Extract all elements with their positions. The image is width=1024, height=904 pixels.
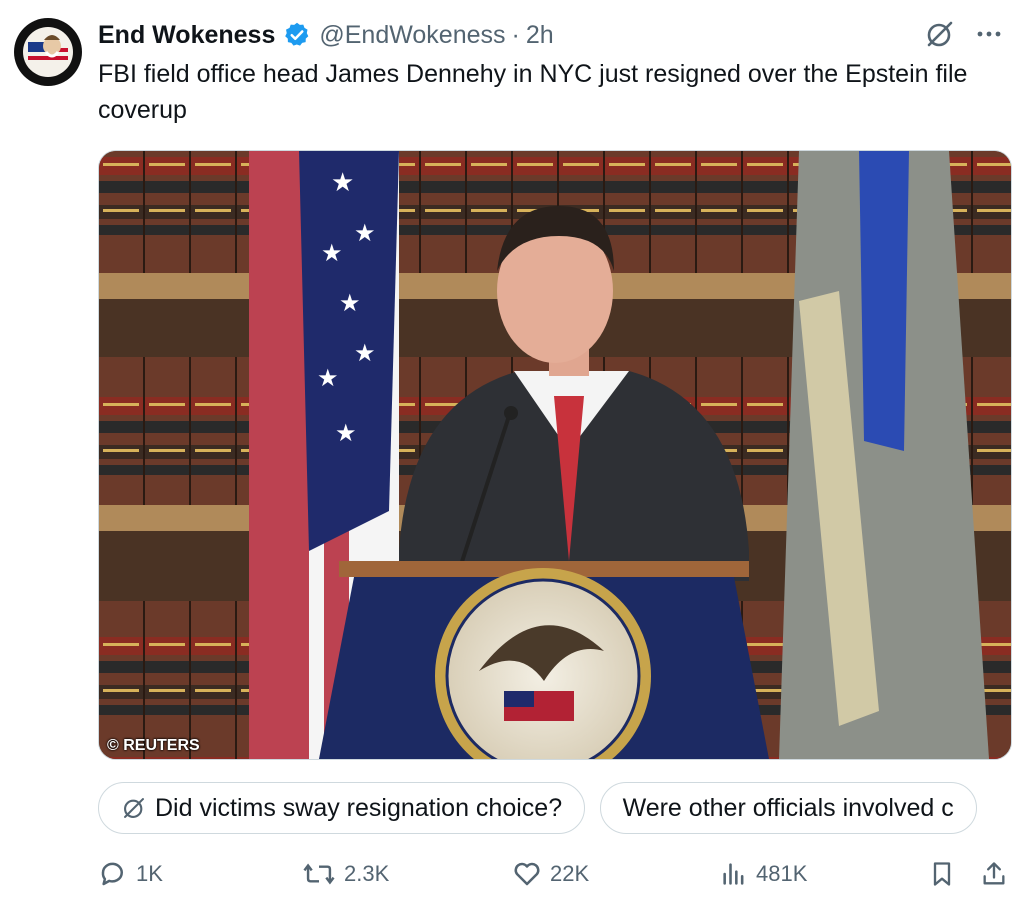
svg-text:★: ★: [354, 339, 376, 367]
svg-text:★: ★: [335, 419, 357, 447]
author-name[interactable]: End Wokeness: [98, 21, 275, 50]
share-button[interactable]: [980, 854, 1008, 894]
more-options-icon[interactable]: [974, 19, 1004, 49]
analytics-icon: [723, 863, 744, 885]
avatar-logo-icon: [15, 19, 81, 85]
svg-text:★: ★: [339, 289, 361, 317]
separator-dot: ·: [511, 20, 520, 49]
photo-credit: © REUTERS: [107, 737, 200, 754]
tweet-header: End Wokeness @EndWokeness · 2h: [98, 18, 1004, 52]
press-conference-photo: ★ ★ ★ ★ ★ ★ ★: [99, 151, 1011, 759]
like-button[interactable]: 22K: [512, 854, 589, 894]
author-handle[interactable]: @EndWokeness: [319, 21, 505, 50]
verified-badge-icon: [285, 22, 309, 46]
share-icon: [983, 862, 1005, 885]
repost-icon: [303, 863, 335, 885]
repost-count: 2.3K: [344, 861, 390, 886]
svg-text:★: ★: [354, 219, 376, 247]
suggestion-chip-officials[interactable]: Were other officials involved c: [599, 782, 977, 834]
svg-text:★: ★: [321, 239, 343, 267]
grok-icon: [124, 798, 144, 818]
heart-icon: [514, 862, 540, 886]
like-count: 22K: [550, 861, 590, 886]
suggestion-chip-label: Did victims sway resignation choice?: [155, 793, 563, 822]
reply-button[interactable]: 1K: [98, 854, 163, 894]
svg-text:★: ★: [317, 364, 339, 392]
tweet-timestamp[interactable]: 2h: [526, 21, 554, 50]
tweet-action-bar: 1K 2.3K 22K 481K: [98, 854, 1008, 894]
author-avatar[interactable]: [14, 18, 82, 86]
tweet-media[interactable]: ★ ★ ★ ★ ★ ★ ★ © REUTERS: [98, 150, 1012, 760]
suggestion-chip-victims[interactable]: Did victims sway resignation choice?: [98, 782, 586, 834]
grok-icon[interactable]: [924, 18, 956, 50]
suggestion-chip-label: Were other officials involved c: [622, 793, 954, 822]
svg-text:★: ★: [331, 168, 354, 198]
repost-button[interactable]: 2.3K: [302, 854, 389, 894]
tweet-text: FBI field office head James Dennehy in N…: [98, 60, 968, 124]
reply-count: 1K: [136, 861, 163, 886]
views-button[interactable]: 481K: [720, 854, 807, 894]
bookmark-button[interactable]: [928, 854, 956, 894]
grok-suggestion-chips: Did victims sway resignation choice? Wer…: [98, 782, 1024, 834]
header-actions: [924, 18, 1004, 50]
views-count: 481K: [756, 861, 808, 886]
reply-icon: [101, 862, 123, 886]
bookmark-icon: [933, 862, 951, 886]
